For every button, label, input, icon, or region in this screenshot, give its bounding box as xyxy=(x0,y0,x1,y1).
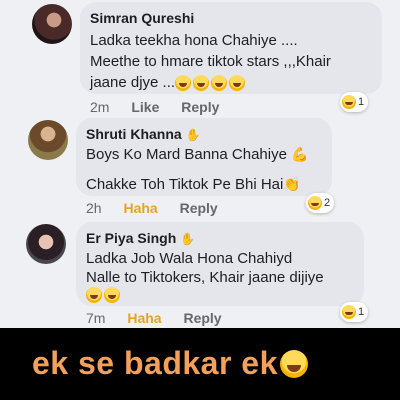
laughing-emoji-icon xyxy=(342,305,356,319)
comment-time: 2h xyxy=(86,200,102,216)
laughing-emoji-icon xyxy=(211,75,228,92)
laughing-emoji-icon xyxy=(279,350,308,378)
commenter-name[interactable]: Shruti Khanna xyxy=(86,126,182,142)
reaction-count: 1 xyxy=(358,96,365,108)
avatar[interactable] xyxy=(28,120,68,160)
comment-bubble: Simran Qureshi Ladka teekha hona Chahiye… xyxy=(80,2,382,94)
laughing-emoji-icon xyxy=(86,287,102,304)
caption-row: ek se badkar ek xyxy=(32,345,308,382)
like-button[interactable]: Like xyxy=(131,99,159,115)
comment-text: Boys Ko Mard Banna Chahiye xyxy=(86,146,287,163)
commenter-name[interactable]: Er Piya Singh xyxy=(86,230,176,246)
clapping-hands-icon: 👏 xyxy=(283,176,301,192)
comment-text: Chakke Toh Tiktok Pe Bhi Hai xyxy=(86,176,284,193)
comment-actions: 2h Haha Reply xyxy=(86,200,236,216)
comment-actions: 7m Haha Reply xyxy=(86,310,240,326)
comment-text-line: Chakke Toh Tiktok Pe Bhi Hai👏 xyxy=(86,176,301,193)
laughing-emoji-icon xyxy=(175,75,192,92)
waving-hand-icon: ✋ xyxy=(185,128,201,142)
comment-text: Meethe to hmare tiktok stars ,,,Khair xyxy=(90,53,331,70)
commenter-name[interactable]: Simran Qureshi xyxy=(90,10,194,26)
haha-button[interactable]: Haha xyxy=(127,310,161,326)
comment-text: Ladka Job Wala Hona Chahiyd xyxy=(86,250,293,267)
commenter-name-row: Shruti Khanna ✋ xyxy=(86,126,201,142)
comment-text-line: Boys Ko Mard Banna Chahiye 💪 xyxy=(86,146,309,163)
comment-bubble: Er Piya Singh ✋ Ladka Job Wala Hona Chahi… xyxy=(76,222,364,306)
comment-text: Ladka teekha hona Chahiye .... xyxy=(90,32,298,49)
reply-button[interactable]: Reply xyxy=(181,99,219,115)
reply-button[interactable]: Reply xyxy=(180,200,218,216)
comment-time: 7m xyxy=(86,310,106,326)
flexed-biceps-icon: 💪 xyxy=(291,146,309,162)
comment-text: Nalle to Tiktokers, Khair jaane dijiye xyxy=(86,269,324,286)
emoji-row xyxy=(86,286,122,304)
laughing-emoji-icon xyxy=(193,75,210,92)
reply-button[interactable]: Reply xyxy=(183,310,221,326)
reaction-badge[interactable]: 1 xyxy=(340,302,369,322)
caption-text: ek se badkar ek xyxy=(32,345,278,381)
comment-text: jaane djye ... xyxy=(90,74,176,91)
comment-time: 2m xyxy=(90,99,110,115)
avatar[interactable] xyxy=(26,224,66,264)
laughing-emoji-icon xyxy=(229,75,246,92)
laughing-emoji-icon xyxy=(308,196,322,210)
waving-hand-icon: ✋ xyxy=(180,232,196,246)
laughing-emoji-icon xyxy=(104,287,120,304)
avatar[interactable] xyxy=(32,4,72,44)
laughing-emoji-icon xyxy=(342,95,356,109)
comment-text-line: jaane djye ... xyxy=(90,74,247,92)
caption-banner: ek se badkar ek xyxy=(0,328,400,400)
comment-actions: 2m Like Reply xyxy=(90,99,237,115)
commenter-name-row: Er Piya Singh ✋ xyxy=(86,230,195,246)
reaction-badge[interactable]: 2 xyxy=(306,193,335,213)
reaction-badge[interactable]: 1 xyxy=(340,92,369,112)
reaction-count: 1 xyxy=(358,306,365,318)
haha-button[interactable]: Haha xyxy=(123,200,157,216)
comment-bubble: Shruti Khanna ✋ Boys Ko Mard Banna Chahiy… xyxy=(76,118,332,196)
reaction-count: 2 xyxy=(324,197,331,209)
